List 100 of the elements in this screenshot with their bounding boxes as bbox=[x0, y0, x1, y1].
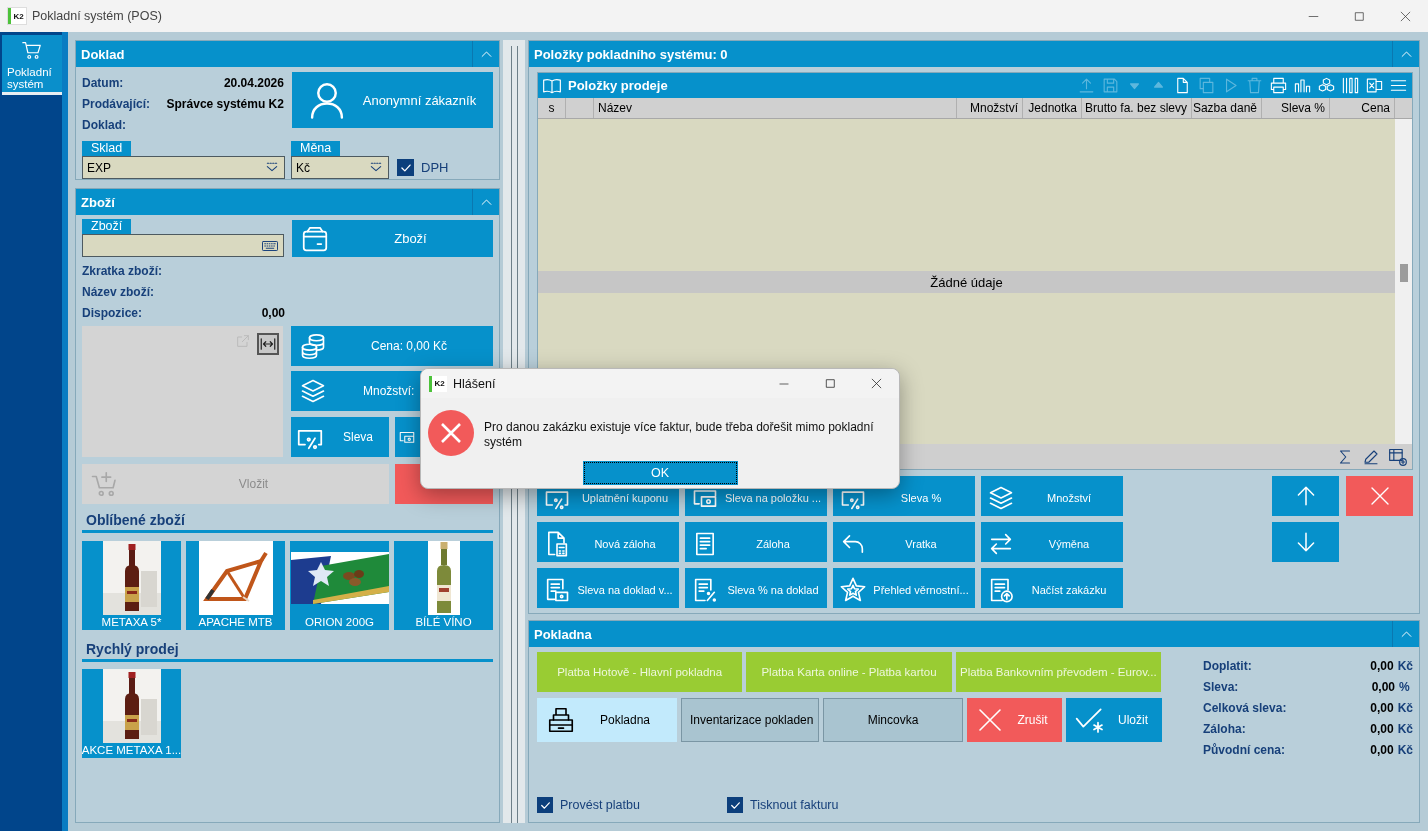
field-label: Sklad bbox=[82, 141, 132, 156]
table-title: Položky prodeje bbox=[568, 78, 668, 93]
action-button[interactable]: Záloha bbox=[685, 522, 827, 562]
checkbox[interactable] bbox=[537, 797, 553, 813]
column-header[interactable]: Sazba daně bbox=[1192, 98, 1262, 118]
checkbox[interactable] bbox=[397, 159, 414, 176]
action-button[interactable]: Přehled věrnostní... bbox=[833, 568, 975, 608]
checkbox-label: Tisknout fakturu bbox=[750, 798, 839, 812]
column-header[interactable]: Cena bbox=[1330, 98, 1395, 118]
maximize-icon[interactable] bbox=[1352, 9, 1366, 23]
input-field[interactable] bbox=[82, 234, 284, 257]
section-title: Rychlý prodej bbox=[86, 641, 179, 657]
column-header[interactable]: Sleva % bbox=[1262, 98, 1330, 118]
error-icon bbox=[428, 410, 474, 456]
field-label: Datum: bbox=[82, 75, 124, 90]
register-button[interactable]: Mincovka bbox=[823, 698, 963, 742]
printer-icon[interactable] bbox=[1269, 76, 1288, 95]
price-button[interactable]: Cena: 0,00 Kč bbox=[291, 326, 493, 366]
field-value: Správce systému K2 bbox=[166, 96, 284, 111]
maximize-icon[interactable] bbox=[823, 377, 837, 390]
currency-unit: Kč bbox=[1397, 658, 1413, 673]
action-button[interactable]: Sleva na doklad v... bbox=[537, 568, 679, 608]
discount-button[interactable]: Sleva bbox=[291, 417, 389, 457]
window-title: Pokladní systém (POS) bbox=[32, 9, 162, 23]
checkbox-label: Provést platbu bbox=[560, 798, 640, 812]
close-icon[interactable] bbox=[1398, 9, 1412, 23]
panel-title: Položky pokladního systému: 0 bbox=[534, 46, 729, 62]
register-button[interactable]: Uložit bbox=[1066, 698, 1162, 742]
dropdown-field[interactable]: Kč bbox=[291, 156, 389, 179]
move-up-button[interactable] bbox=[1272, 476, 1339, 516]
field-label: Zboží bbox=[82, 219, 132, 234]
action-button[interactable]: Nová záloha bbox=[537, 522, 679, 562]
quantity-button[interactable]: Množství: bbox=[291, 371, 423, 411]
product-tile[interactable]: BÍLÉ VÍNO bbox=[394, 541, 493, 630]
move-down-button[interactable] bbox=[1272, 522, 1339, 562]
panel-title: Pokladna bbox=[534, 626, 593, 642]
layers-icon bbox=[987, 484, 1015, 512]
summary-value: 0,00 bbox=[1370, 700, 1394, 715]
goods-button[interactable]: Zboží bbox=[291, 220, 493, 257]
nav-item[interactable]: Pokladní systém bbox=[2, 35, 62, 95]
field-value: 20.04.2026 bbox=[223, 75, 284, 90]
star-icon bbox=[839, 576, 867, 604]
summary-label: Celková sleva: bbox=[1203, 700, 1288, 715]
summary-label: Záloha: bbox=[1203, 721, 1247, 736]
bar-chart-icon[interactable] bbox=[1293, 76, 1312, 95]
column-header[interactable]: Název bbox=[594, 98, 957, 118]
dialog-message: Pro danou zakázku existuje více faktur, bude třeba dořešit mimo pokladní systém bbox=[484, 420, 875, 451]
checkbox-label: DPH bbox=[421, 160, 449, 175]
product-tile[interactable]: AKCE METAXA 1... bbox=[82, 669, 181, 758]
checkbox[interactable] bbox=[727, 797, 743, 813]
cubes-icon[interactable] bbox=[1317, 76, 1336, 95]
summary-value: 0,00 bbox=[1370, 658, 1394, 673]
currency-unit: Kč bbox=[1397, 700, 1413, 715]
register-button[interactable]: Zrušit bbox=[967, 698, 1062, 742]
field-label: Měna bbox=[291, 141, 341, 156]
cart-icon bbox=[20, 39, 43, 61]
dialog-logo: K2 bbox=[429, 375, 447, 392]
section-title: Oblíbené zboží bbox=[86, 512, 185, 528]
product-tile[interactable]: ORION 200G bbox=[290, 541, 389, 630]
close-icon[interactable] bbox=[869, 377, 883, 390]
summary-label: Doplatit: bbox=[1203, 658, 1253, 673]
dialog-title: Hlášení bbox=[453, 376, 496, 391]
currency-unit: % bbox=[1399, 679, 1411, 694]
column-header[interactable]: Brutto fa. bez slevy bbox=[1082, 98, 1192, 118]
remove-button[interactable] bbox=[1346, 476, 1413, 516]
action-button[interactable]: Výměna bbox=[981, 522, 1123, 562]
fit-width-icon[interactable] bbox=[257, 333, 279, 355]
action-button[interactable]: Sleva % na doklad bbox=[685, 568, 827, 608]
field-value: 0,00 bbox=[261, 305, 285, 320]
summary-label: Původní cena: bbox=[1203, 742, 1286, 757]
field-label: Zkratka zboží: bbox=[82, 263, 162, 278]
field-label: Doklad: bbox=[82, 117, 126, 132]
summary-value: 0,00 bbox=[1370, 742, 1394, 757]
table-add-icon[interactable] bbox=[1388, 446, 1408, 467]
layers-icon bbox=[299, 377, 327, 405]
empty-message: Žádné údaje bbox=[538, 271, 1395, 293]
action-button[interactable]: Vratka bbox=[833, 522, 975, 562]
columns-icon[interactable] bbox=[1341, 76, 1360, 95]
product-tile[interactable]: APACHE MTB bbox=[186, 541, 285, 630]
spreadsheet-icon[interactable] bbox=[1365, 76, 1384, 95]
action-button[interactable]: Načíst zakázku bbox=[981, 568, 1123, 608]
panel-title: Doklad bbox=[81, 46, 126, 62]
summary-value: 0,00 bbox=[1370, 721, 1394, 736]
column-header[interactable]: Množství bbox=[957, 98, 1023, 118]
action-button[interactable]: Množství bbox=[981, 476, 1123, 516]
scrollbar[interactable] bbox=[1395, 119, 1412, 444]
currency-unit: Kč bbox=[1397, 721, 1413, 736]
register-button[interactable]: Pokladna bbox=[537, 698, 677, 742]
register-button[interactable]: Inventarizace pokladen bbox=[681, 698, 819, 742]
column-header[interactable]: s bbox=[538, 98, 566, 118]
product-tile[interactable]: METAXA 5* bbox=[82, 541, 181, 630]
summary-value: 0,00 bbox=[1371, 679, 1395, 694]
dropdown-field[interactable]: EXP bbox=[82, 156, 285, 179]
field-label: Název zboží: bbox=[82, 284, 154, 299]
field-label: Prodávající: bbox=[82, 96, 151, 111]
column-header[interactable]: Jednotka bbox=[1023, 98, 1082, 118]
cash-register-icon bbox=[546, 705, 576, 735]
customer-button[interactable]: Anonymní zákazník bbox=[291, 72, 493, 128]
app-logo: K2 bbox=[8, 8, 26, 24]
ok-button[interactable]: OK bbox=[583, 462, 737, 484]
